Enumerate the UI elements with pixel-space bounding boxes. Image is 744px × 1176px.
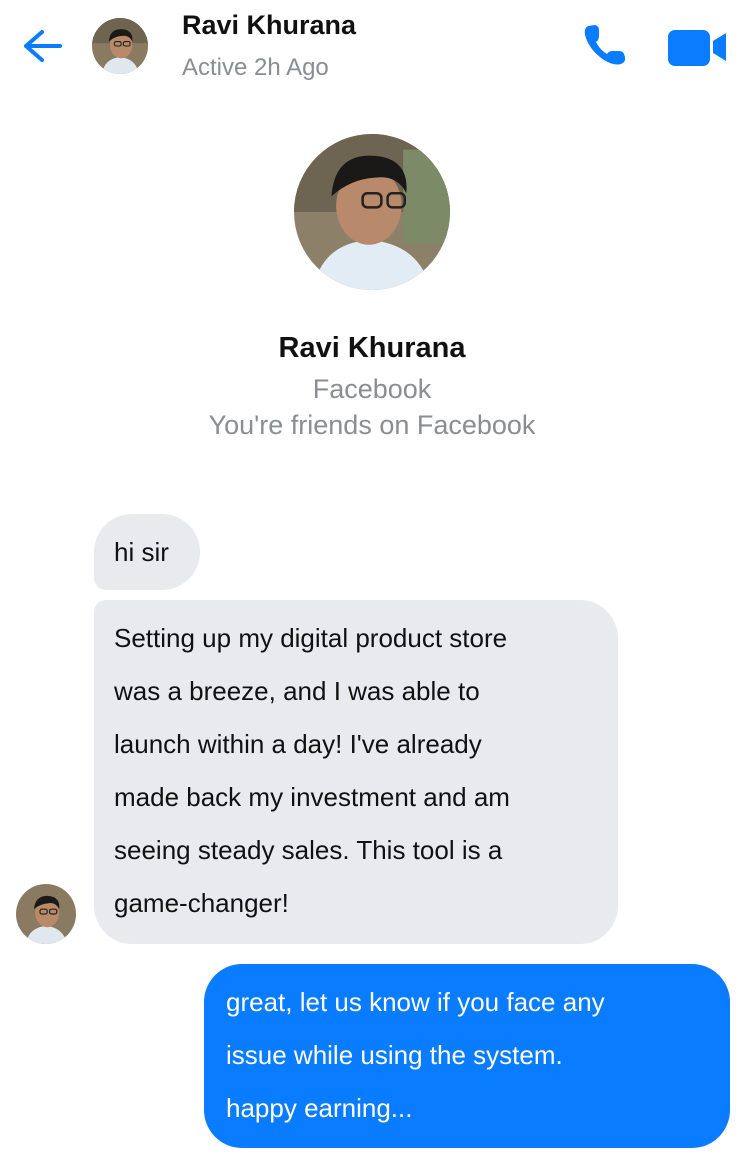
video-call-button[interactable] (664, 24, 730, 70)
message-line: happy earning... (226, 1093, 413, 1123)
back-arrow-icon (24, 30, 62, 62)
outgoing-message[interactable]: great, let us know if you face any issue… (204, 964, 730, 1148)
message-line: seeing steady sales. This tool is a (114, 835, 503, 865)
incoming-message[interactable]: Setting up my digital product store was … (94, 600, 618, 944)
contact-name[interactable]: Ravi Khurana (182, 10, 356, 41)
message-line: great, let us know if you face any (226, 987, 605, 1017)
phone-icon (584, 25, 626, 65)
message-line: made back my investment and am (114, 782, 510, 812)
messenger-chat-screen: Ravi Khurana Active 2h Ago Ravi Khurana … (0, 0, 744, 1176)
profile-source: Facebook (312, 374, 432, 404)
chat-header: Ravi Khurana Active 2h Ago (0, 0, 744, 100)
video-camera-icon (668, 30, 726, 66)
friendship-status: You're friends on Facebook (208, 410, 536, 440)
message-line: issue while using the system. (226, 1040, 563, 1070)
sender-avatar[interactable] (16, 884, 76, 944)
message-line: Setting up my digital product store (114, 623, 508, 653)
contact-avatar[interactable] (92, 18, 148, 74)
message-line: game-changer! (114, 888, 289, 918)
voice-call-button[interactable] (578, 20, 634, 70)
active-status: Active 2h Ago (182, 54, 329, 81)
profile-name: Ravi Khurana (278, 332, 466, 364)
message-line: launch within a day! I've already (114, 729, 482, 759)
back-button[interactable] (20, 26, 64, 66)
message-line: was a breeze, and I was able to (114, 676, 480, 706)
incoming-message[interactable]: hi sir (94, 514, 200, 590)
profile-avatar[interactable] (294, 134, 450, 290)
message-line: hi sir (114, 537, 169, 567)
